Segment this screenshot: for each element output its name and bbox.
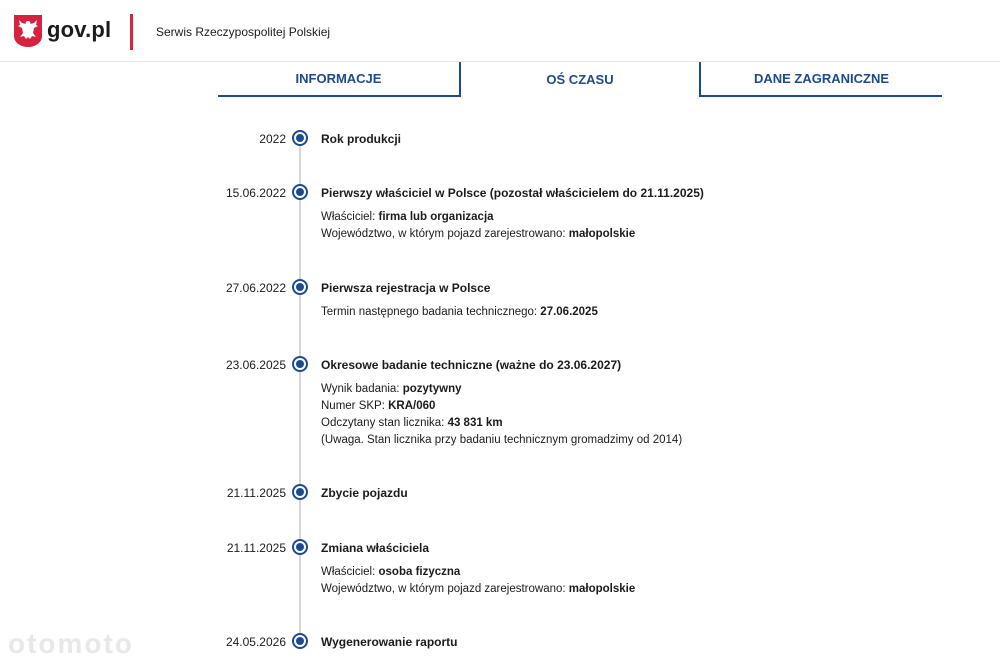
event-details: Właściciel: osoba fizyczna Województwo, …: [321, 564, 635, 598]
detail-label: Odczytany stan licznika:: [321, 417, 448, 429]
tab-dane-zagraniczne[interactable]: DANE ZAGRANICZNE: [701, 62, 942, 97]
event-title: Zmiana właściciela: [321, 541, 430, 555]
event-date: 15.06.2022: [225, 186, 286, 200]
detail-line: Województwo, w którym pojazd zarejestrow…: [321, 226, 635, 243]
event-details: Termin następnego badania technicznego: …: [321, 304, 598, 321]
detail-value: małopolskie: [568, 583, 636, 595]
timeline-line: [299, 138, 301, 648]
detail-label: Województwo, w którym pojazd zarejestrow…: [321, 228, 569, 240]
detail-label: Właściciel:: [321, 566, 379, 578]
detail-value: pozytywny: [402, 383, 462, 395]
event-title: Okresowe badanie techniczne (ważne do 23…: [321, 358, 622, 372]
event-details: Właściciel: firma lub organizacja Wojewó…: [321, 209, 635, 243]
timeline-dot-icon: [292, 184, 308, 200]
detail-value: 43 831 km: [447, 417, 503, 429]
detail-value: osoba fizyczna: [378, 566, 461, 578]
event-title: Wygenerowanie raportu: [321, 635, 458, 649]
detail-line: Województwo, w którym pojazd zarejestrow…: [321, 581, 635, 598]
detail-label: Województwo, w którym pojazd zarejestrow…: [321, 583, 569, 595]
detail-line: Odczytany stan licznika: 43 831 km: [321, 415, 682, 432]
timeline-dot-icon: [292, 279, 308, 295]
detail-label: Właściciel:: [321, 211, 379, 223]
timeline-dot-icon: [292, 484, 308, 500]
tab-os-czasu[interactable]: OŚ CZASU: [459, 62, 701, 97]
polish-eagle-logo-icon[interactable]: [13, 14, 43, 48]
timeline-dot-icon: [292, 356, 308, 372]
event-date: 27.06.2022: [225, 281, 286, 295]
event-title: Pierwszy właściciel w Polsce (pozostał w…: [321, 186, 704, 200]
detail-value: firma lub organizacja: [378, 211, 494, 223]
timeline-dot-icon: [292, 633, 308, 649]
detail-line: Właściciel: osoba fizyczna: [321, 564, 635, 581]
header-divider: [130, 14, 133, 50]
detail-line: Właściciel: firma lub organizacja: [321, 209, 635, 226]
detail-line: Wynik badania: pozytywny: [321, 381, 682, 398]
brand-logo-text[interactable]: gov.pl: [47, 17, 111, 43]
event-title: Rok produkcji: [321, 132, 402, 146]
detail-value: małopolskie: [568, 228, 636, 240]
detail-line: Numer SKP: KRA/060: [321, 398, 682, 415]
detail-label: Wynik badania:: [321, 383, 403, 395]
detail-line: (Uwaga. Stan licznika przy badaniu techn…: [321, 432, 682, 449]
detail-value: KRA/060: [388, 400, 436, 412]
service-name: Serwis Rzeczypospolitej Polskiej: [156, 25, 331, 39]
event-title: Pierwsza rejestracja w Polsce: [321, 281, 491, 295]
event-date: 21.11.2025: [226, 486, 286, 500]
event-date: 23.06.2025: [225, 358, 286, 372]
detail-line: Termin następnego badania technicznego: …: [321, 304, 598, 321]
detail-label: Termin następnego badania technicznego:: [321, 306, 541, 318]
event-title: Zbycie pojazdu: [321, 486, 408, 500]
detail-value: 27.06.2025: [540, 306, 598, 318]
timeline-dot-icon: [292, 539, 308, 555]
event-details: Wynik badania: pozytywny Numer SKP: KRA/…: [321, 381, 682, 449]
tab-informacje[interactable]: INFORMACJE: [218, 62, 459, 97]
watermark-logo: otomoto: [8, 628, 134, 659]
timeline-dot-icon: [292, 130, 308, 146]
site-header: gov.pl Serwis Rzeczypospolitej Polskiej: [0, 0, 1000, 62]
detail-note: (Uwaga. Stan licznika przy badaniu techn…: [321, 434, 683, 446]
event-date: 2022: [259, 132, 286, 146]
event-date: 24.05.2026: [225, 635, 286, 649]
detail-label: Numer SKP:: [321, 400, 389, 412]
event-date: 21.11.2025: [226, 541, 286, 555]
